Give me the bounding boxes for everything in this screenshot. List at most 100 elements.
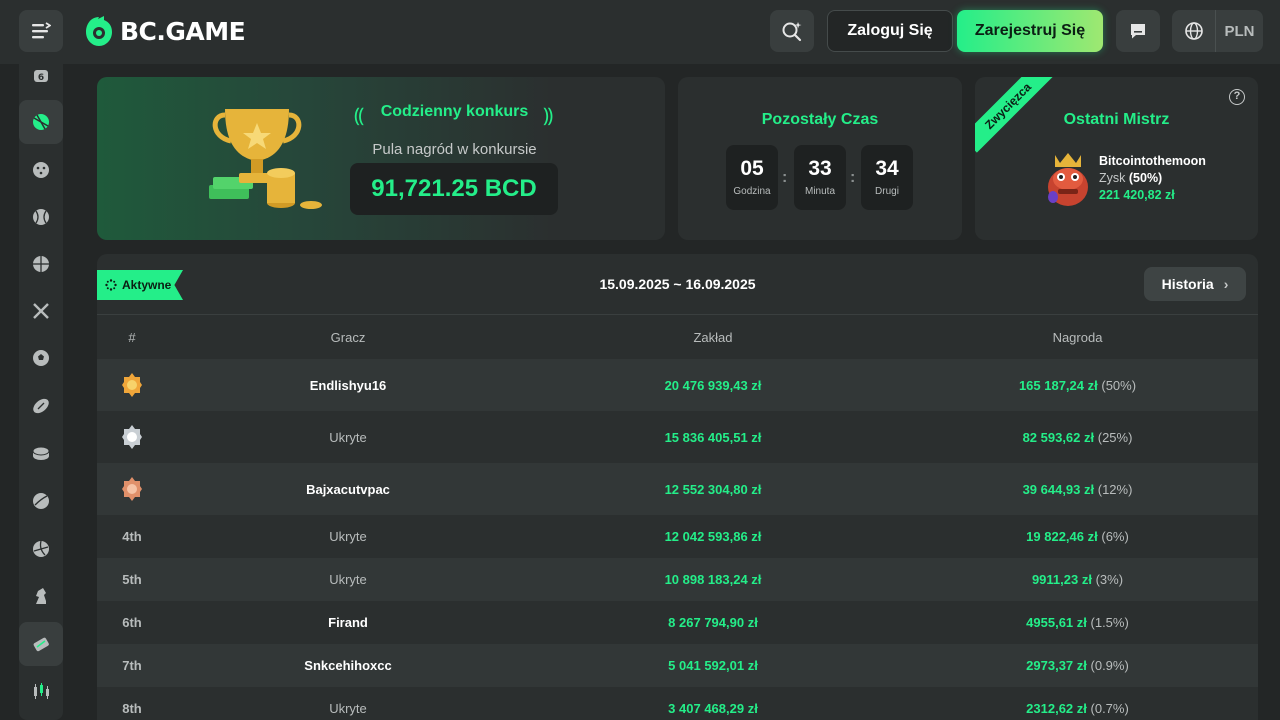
table-row: 6th Firand 8 267 794,90 zł 4955,61 zł (1.5%… bbox=[97, 601, 1258, 644]
ticket-icon[interactable] bbox=[19, 622, 63, 666]
prize-percent: (0.9%) bbox=[1090, 658, 1129, 673]
prize-amount: 19 822,46 zł bbox=[1026, 529, 1098, 544]
prize-percent: (6%) bbox=[1101, 529, 1129, 544]
column-prize: Nagroda bbox=[1052, 329, 1103, 345]
player-name: Ukryte bbox=[329, 701, 367, 716]
avatar bbox=[1048, 153, 1088, 206]
column-bet: Zakład bbox=[693, 329, 733, 345]
chevron-right-icon: › bbox=[1223, 276, 1229, 292]
seconds-value: 34 bbox=[875, 157, 899, 180]
player-name[interactable]: Snkcehihoxcc bbox=[167, 658, 529, 673]
bronze-medal-icon bbox=[122, 477, 142, 501]
prize-percent: (12%) bbox=[1097, 481, 1133, 497]
rank-cell: 7th bbox=[122, 658, 142, 673]
history-button[interactable]: Historia › bbox=[1144, 267, 1246, 301]
chat-button[interactable] bbox=[1116, 10, 1160, 52]
prize-cell: 4955,61 zł (1.5%) bbox=[897, 615, 1258, 630]
prize-cell: 165 187,24 zł (50%) bbox=[897, 378, 1258, 393]
prize-percent: (3%) bbox=[1095, 572, 1124, 587]
crossed-swords-icon[interactable] bbox=[19, 289, 63, 333]
prize-cell: 39 644,93 zł (12%) bbox=[897, 482, 1258, 497]
table-row: 5th Ukryte 10 898 183,24 zł 9911,23 zł (3%) bbox=[97, 558, 1258, 601]
player-name: Ukryte bbox=[329, 429, 367, 445]
tennis-ball-icon[interactable] bbox=[19, 100, 63, 144]
colon-separator: : bbox=[782, 169, 788, 186]
cricket-icon[interactable] bbox=[19, 148, 63, 192]
basketball-icon[interactable] bbox=[19, 242, 63, 286]
rank-cell bbox=[97, 372, 167, 398]
table-header: # Gracz Zakład Nagroda bbox=[97, 315, 1258, 359]
menu-toggle-button[interactable] bbox=[19, 10, 63, 52]
top-header: BC.GAME Zaloguj Się Zarejestruj Się PLN bbox=[0, 0, 1280, 64]
prize-cell: 82 593,62 zł (25%) bbox=[897, 430, 1258, 445]
volleyball-icon[interactable] bbox=[19, 527, 63, 571]
profit-percent: (50%) bbox=[1128, 171, 1163, 185]
silver-medal-icon bbox=[122, 425, 142, 449]
remaining-time-card: Pozostały Czas 05 Godzina : 33 Minuta : … bbox=[678, 77, 962, 240]
rugby-icon[interactable] bbox=[19, 384, 63, 428]
prize-percent: (0.7%) bbox=[1090, 701, 1129, 716]
prize-amount: 9911,23 zł bbox=[1031, 572, 1092, 587]
prize-percent: (1.5%) bbox=[1090, 615, 1129, 630]
bc-game-logo[interactable]: BC.GAME bbox=[84, 14, 246, 48]
colon-separator: : bbox=[850, 169, 856, 186]
seconds-label: Drugi bbox=[875, 186, 899, 197]
register-button[interactable]: Zarejestruj Się bbox=[957, 10, 1103, 52]
globe-icon bbox=[1172, 10, 1216, 52]
hockey-puck-icon[interactable] bbox=[19, 431, 63, 475]
bet-amount: 3 407 468,29 zł bbox=[668, 701, 758, 716]
logo-text: BC.GAME bbox=[120, 16, 246, 46]
prize-amount: 82 593,62 zł bbox=[1022, 429, 1095, 445]
champion-amount: 221 420,82 zł bbox=[1099, 188, 1175, 202]
language-currency-selector[interactable]: PLN bbox=[1172, 10, 1263, 52]
rank-cell: 5th bbox=[122, 572, 142, 587]
help-icon[interactable]: ? bbox=[1229, 89, 1245, 105]
table-row: 7th Snkcehihoxcc 5 041 592,01 zł 2973,37 zł… bbox=[97, 644, 1258, 687]
currency-label: PLN bbox=[1224, 22, 1255, 40]
table-row: 4th Ukryte 12 042 593,86 zł 19 822,46 zł (6… bbox=[97, 515, 1258, 558]
rank-cell bbox=[97, 476, 167, 502]
champion-title: Ostatni Mistrz bbox=[1063, 111, 1170, 128]
trophy-coins-icon bbox=[209, 109, 322, 209]
prize-cell: 19 822,46 zł (6%) bbox=[897, 529, 1258, 544]
hours-box: 05 Godzina bbox=[726, 145, 778, 210]
player-name[interactable]: Firand bbox=[167, 615, 529, 630]
minutes-value: 33 bbox=[808, 157, 832, 180]
logo-mark-icon bbox=[86, 16, 112, 46]
casino-icon[interactable]: 6 bbox=[19, 54, 63, 98]
prize-percent: (25%) bbox=[1097, 429, 1133, 445]
candlestick-icon[interactable] bbox=[19, 669, 63, 713]
baseball-icon[interactable] bbox=[19, 195, 63, 239]
volleyball-ball-icon[interactable] bbox=[19, 479, 63, 523]
hours-value: 05 bbox=[740, 157, 764, 180]
prize-cell: 2312,62 zł (0.7%) bbox=[897, 701, 1258, 716]
search-button[interactable] bbox=[770, 10, 814, 52]
bet-amount: 12 042 593,86 zł bbox=[664, 529, 762, 544]
rank-cell: 8th bbox=[122, 701, 142, 716]
profit-label: Zysk bbox=[1099, 171, 1126, 185]
table-row: Bajxacutvpac 12 552 304,80 zł 39 644,93 zł… bbox=[97, 463, 1258, 515]
rank-cell: 4th bbox=[122, 529, 142, 544]
prize-amount: 39 644,93 zł bbox=[1022, 481, 1095, 497]
player-name[interactable]: Bajxacutvpac bbox=[167, 482, 529, 497]
daily-contest-card: ⸨ Codzienny konkurs ⸩ Pula nagród w konk… bbox=[97, 77, 665, 240]
login-button[interactable]: Zaloguj Się bbox=[827, 10, 953, 52]
bet-amount: 5 041 592,01 zł bbox=[668, 658, 758, 673]
prize-amount: 2312,62 zł bbox=[1026, 701, 1087, 716]
contest-title: Codzienny konkurs bbox=[380, 103, 529, 120]
minutes-label: Minuta bbox=[804, 186, 835, 197]
column-player: Gracz bbox=[330, 329, 366, 345]
player-name[interactable]: Endlishyu16 bbox=[167, 378, 529, 393]
player-name: Ukryte bbox=[329, 572, 367, 587]
prize-cell: 2973,37 zł (0.9%) bbox=[897, 658, 1258, 673]
chess-knight-icon[interactable] bbox=[19, 574, 63, 618]
seconds-box: 34 Drugi bbox=[861, 145, 913, 210]
champion-name: Bitcointothemoon bbox=[1099, 154, 1206, 168]
last-champion-card: Zwycięzca Ostatni Mistrz ? Bitcointothem… bbox=[975, 77, 1258, 240]
table-row: Endlishyu16 20 476 939,43 zł 165 187,24 zł… bbox=[97, 359, 1258, 411]
hours-label: Godzina bbox=[733, 186, 771, 197]
prize-pool-label: Pula nagród w konkursie bbox=[372, 141, 537, 158]
soccer-icon[interactable] bbox=[19, 336, 63, 380]
bet-amount: 12 552 304,80 zł bbox=[664, 481, 762, 497]
prize-percent: (50%) bbox=[1101, 377, 1137, 393]
